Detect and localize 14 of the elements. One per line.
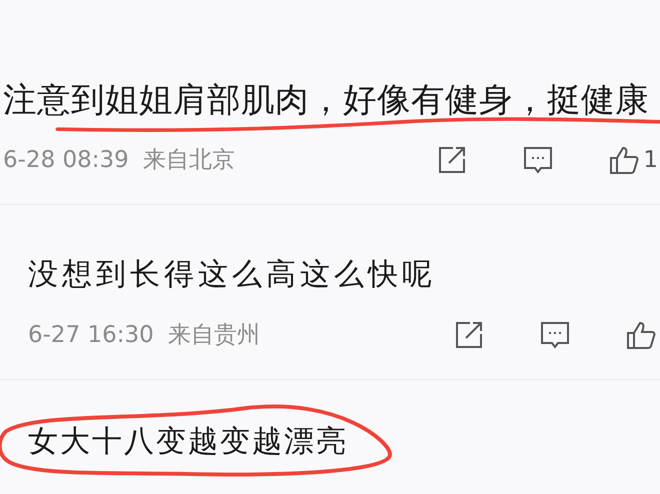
comment-icon[interactable] bbox=[540, 320, 570, 350]
comment-text: 女大十八变越变越漂亮 bbox=[28, 424, 348, 459]
comment-text: 没想到长得这么高这么快呢 bbox=[28, 257, 436, 292]
thumbs-up-icon[interactable] bbox=[609, 144, 640, 174]
share-icon[interactable] bbox=[454, 320, 484, 350]
comment-time: 6-28 08:39 bbox=[3, 146, 129, 172]
comment-location: 来自贵州 bbox=[168, 321, 260, 350]
comment-icon[interactable] bbox=[523, 144, 554, 174]
comment-text: 注意到姐姐肩部肌肉，好像有健身，挺健康 bbox=[3, 80, 649, 119]
like-count: 1 bbox=[643, 146, 658, 172]
thumbs-up-icon[interactable] bbox=[626, 320, 656, 350]
comment-location: 来自北京 bbox=[142, 146, 235, 175]
comment-time: 6-27 16:30 bbox=[28, 322, 154, 348]
share-icon[interactable] bbox=[437, 144, 468, 174]
